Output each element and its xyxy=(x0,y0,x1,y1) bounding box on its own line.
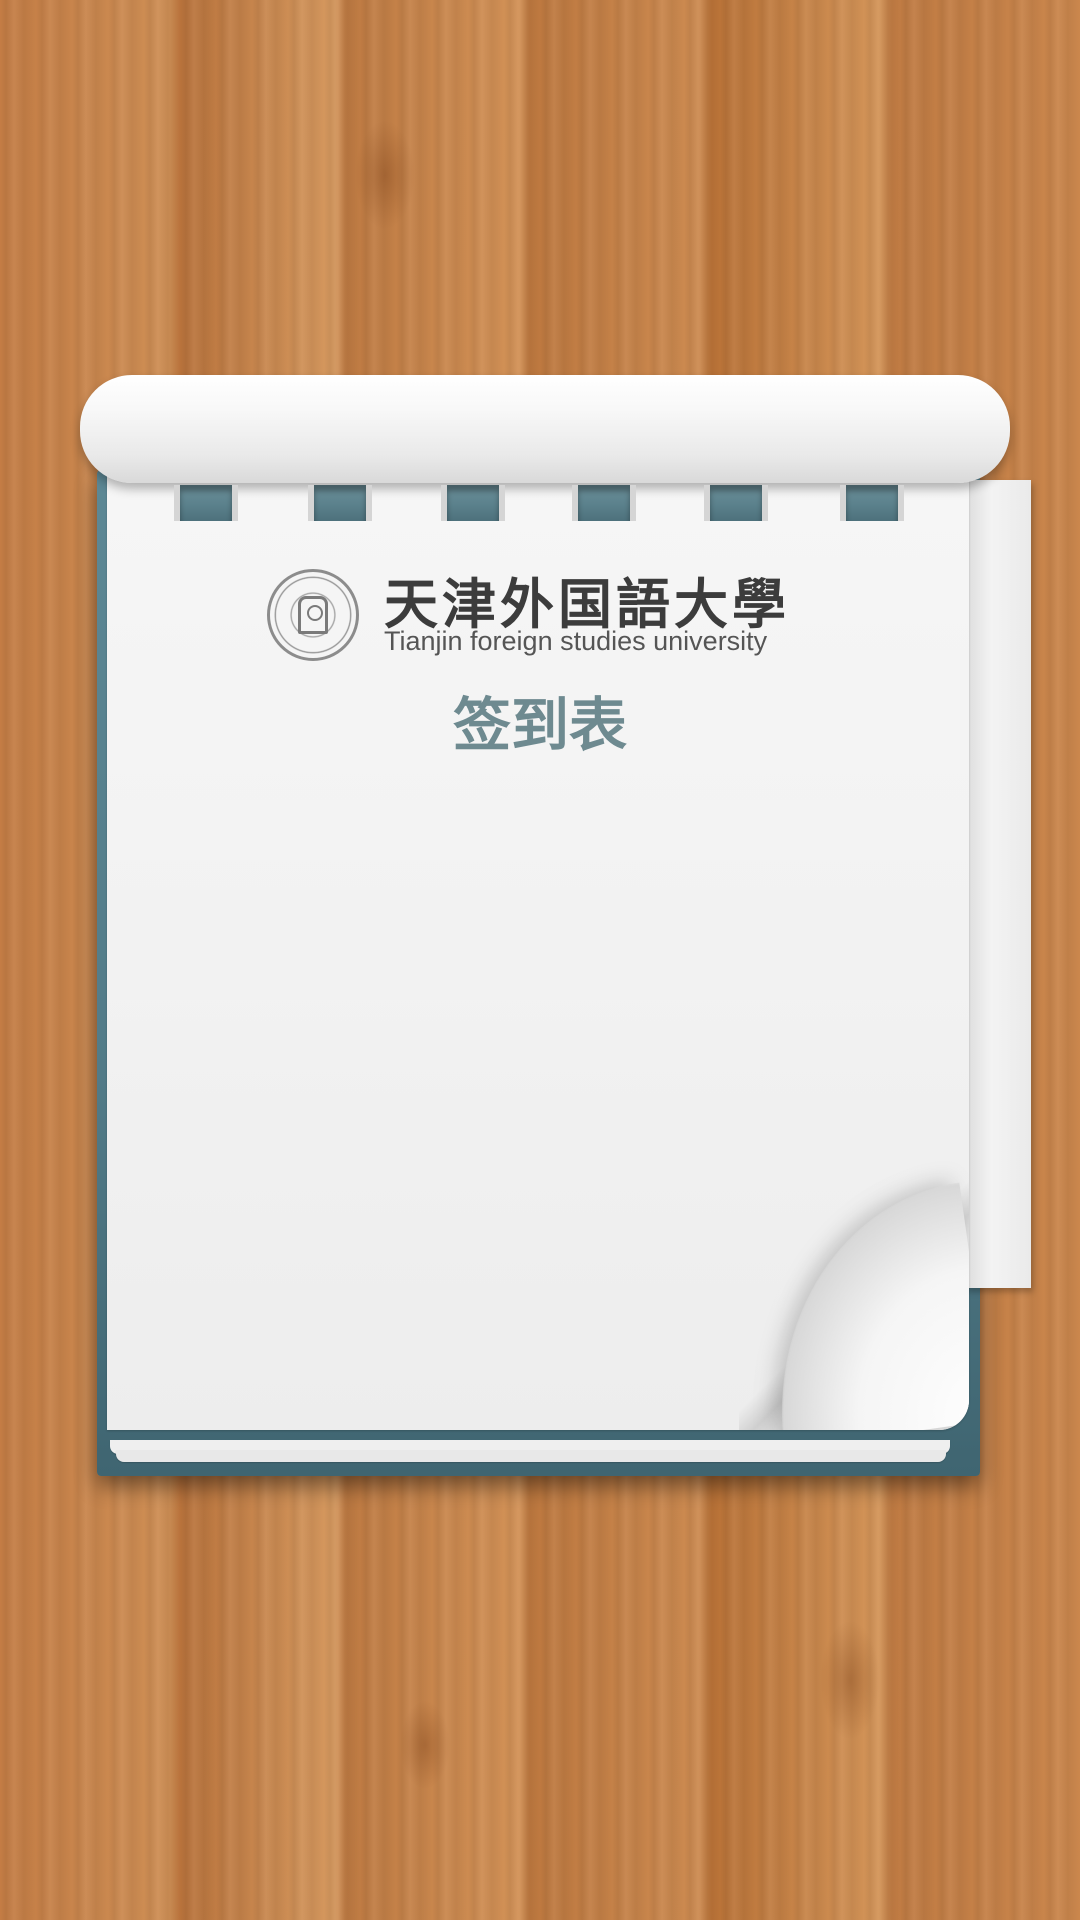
wood-knot xyxy=(355,120,415,230)
seal-building-icon xyxy=(298,596,328,634)
binder-slot xyxy=(840,485,904,521)
university-name-english: Tianjin foreign studies university xyxy=(384,626,768,656)
page-stack xyxy=(116,1450,946,1462)
notepad-side-sheet xyxy=(965,480,1031,1288)
notepad-top-roll xyxy=(80,375,1010,483)
binder-slot xyxy=(704,485,768,521)
binder-slot xyxy=(441,485,505,521)
binder-slot xyxy=(174,485,238,521)
wood-knot xyxy=(400,1700,450,1790)
university-seal-icon xyxy=(267,569,359,661)
page-title: 签到表 xyxy=(452,691,627,759)
wood-knot xyxy=(820,1620,880,1740)
binder-slot xyxy=(572,485,636,521)
binder-slot xyxy=(308,485,372,521)
